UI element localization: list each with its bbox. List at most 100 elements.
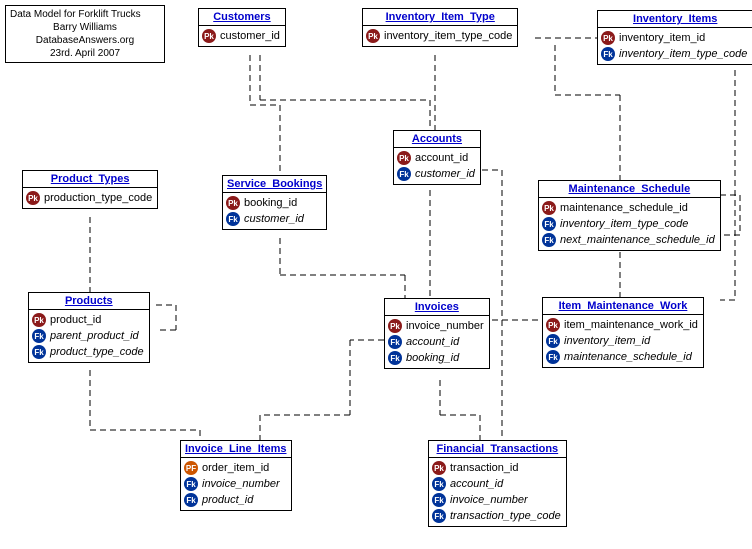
attribute-name: account_id (406, 336, 459, 348)
attribute-name: maintenance_schedule_id (560, 202, 688, 214)
entity-attribute: Fk product_type_code (29, 344, 149, 360)
attribute-name: invoice_number (202, 478, 280, 490)
foreign-key-icon: Fk (32, 345, 46, 359)
entity-title: Service_Bookings (223, 176, 326, 193)
attribute-name: parent_product_id (50, 330, 139, 342)
entity-service-bookings: Service_Bookings Pk booking_id Fk customer_i… (222, 175, 327, 230)
pf-key-icon: PF (184, 461, 198, 475)
attribute-name: product_id (50, 314, 101, 326)
entity-attribute: Fkbooking_id (385, 350, 489, 366)
info-line-1: Data Model for Forklift Trucks (10, 8, 160, 21)
entity-attribute: Fk customer_id (223, 211, 326, 227)
entity-financial-transactions: Financial_Transactions Pk transaction_id Fk… (428, 440, 567, 527)
attribute-name: customer_id (220, 30, 280, 42)
attribute-name: inventory_item_type_code (560, 218, 688, 230)
entity-inventory-items: Inventory_Items Pk inventory_item_id Fkinve… (597, 10, 752, 65)
entity-attribute: Pk account_id (394, 150, 480, 166)
entity-attribute: Fkinventory_item_id (543, 333, 703, 349)
entity-title: Maintenance_Schedule (539, 181, 720, 198)
attribute-name: transaction_id (450, 462, 519, 474)
attribute-name: account_id (450, 478, 503, 490)
entity-attribute: PF order_item_id (181, 460, 291, 476)
entity-attribute: Pk inventory_item_id (598, 30, 752, 46)
entity-maintenance-schedule: Maintenance_Schedule Pk maintenance_schedu… (538, 180, 721, 251)
entity-attribute: Pk maintenance_schedule_id (539, 200, 720, 216)
info-line-2: Barry Williams (10, 21, 160, 34)
primary-key-icon: Pk (601, 31, 615, 45)
entity-attribute: Fk account_id (429, 476, 566, 492)
attribute-name: inventory_item_type_code (619, 48, 747, 60)
entity-item-maintenance-work: Item_Maintenance_WorkPkitem_maintenance_… (542, 297, 704, 368)
entity-attribute: Pk product_id (29, 312, 149, 328)
entity-title: Accounts (394, 131, 480, 148)
attribute-name: booking_id (244, 197, 297, 209)
attribute-name: account_id (415, 152, 468, 164)
attribute-name: next_maintenance_schedule_id (560, 234, 715, 246)
attribute-name: customer_id (244, 213, 304, 225)
attribute-name: product_type_code (50, 346, 144, 358)
foreign-key-icon: Fk (184, 493, 198, 507)
foreign-key-icon: Fk (32, 329, 46, 343)
entity-attribute: Fk invoice_number (429, 492, 566, 508)
entity-attribute: Pk customer_id (199, 28, 285, 44)
foreign-key-icon: Fk (542, 233, 556, 247)
primary-key-icon: Pk (32, 313, 46, 327)
primary-key-icon: Pk (432, 461, 446, 475)
entity-attribute: Fk inventory_item_type_code (539, 216, 720, 232)
relationship-lines (0, 0, 752, 549)
entity-invoices: Invoices Pkinvoice_numberFk account_id Fkbo… (384, 298, 490, 369)
entity-title: Inventory_Item_Type (363, 9, 517, 26)
entity-attribute: Pk production_type_code (23, 190, 157, 206)
entity-title: Product_Types (23, 171, 157, 188)
entity-attribute: Pk transaction_id (429, 460, 566, 476)
entity-attribute: Fk inventory_item_type_code (598, 46, 752, 62)
entity-attribute: Fk product_id (181, 492, 291, 508)
foreign-key-icon: Fk (546, 334, 560, 348)
attribute-name: booking_id (406, 352, 459, 364)
foreign-key-icon: Fk (432, 493, 446, 507)
entity-inventory-item-type: Inventory_Item_TypePkinventory_item_type… (362, 8, 518, 47)
primary-key-icon: Pk (26, 191, 40, 205)
entity-title: Invoice_Line_Items (181, 441, 291, 458)
foreign-key-icon: Fk (542, 217, 556, 231)
primary-key-icon: Pk (546, 318, 560, 332)
attribute-name: invoice_number (406, 320, 484, 332)
attribute-name: inventory_item_id (619, 32, 705, 44)
entity-attribute: Fktransaction_type_code (429, 508, 566, 524)
entity-attribute: Pkinvoice_number (385, 318, 489, 334)
attribute-name: product_id (202, 494, 253, 506)
primary-key-icon: Pk (542, 201, 556, 215)
primary-key-icon: Pk (202, 29, 216, 43)
attribute-name: production_type_code (44, 192, 152, 204)
foreign-key-icon: Fk (432, 477, 446, 491)
entity-attribute: Fk next_maintenance_schedule_id (539, 232, 720, 248)
entity-title: Inventory_Items (598, 11, 752, 28)
entity-accounts: Accounts Pk account_id Fkcustomer_id (393, 130, 481, 185)
entity-customers: Customers Pk customer_id (198, 8, 286, 47)
entity-invoice-line-items: Invoice_Line_Items PF order_item_id Fkinvoi… (180, 440, 292, 511)
attribute-name: customer_id (415, 168, 475, 180)
primary-key-icon: Pk (397, 151, 411, 165)
title-box: Data Model for Forklift Trucks Barry Wil… (5, 5, 165, 63)
attribute-name: inventory_item_type_code (384, 30, 512, 42)
foreign-key-icon: Fk (601, 47, 615, 61)
foreign-key-icon: Fk (546, 350, 560, 364)
entity-attribute: Fkcustomer_id (394, 166, 480, 182)
entity-title: Invoices (385, 299, 489, 316)
entity-title: Products (29, 293, 149, 310)
foreign-key-icon: Fk (388, 335, 402, 349)
entity-title: Customers (199, 9, 285, 26)
entity-products: ProductsPkproduct_idFkparent_product_idF… (28, 292, 150, 363)
attribute-name: order_item_id (202, 462, 269, 474)
primary-key-icon: Pk (226, 196, 240, 210)
attribute-name: invoice_number (450, 494, 528, 506)
entity-attribute: Fk account_id (385, 334, 489, 350)
entity-title: Financial_Transactions (429, 441, 566, 458)
entity-attribute: Fk parent_product_id (29, 328, 149, 344)
entity-attribute: Pk booking_id (223, 195, 326, 211)
foreign-key-icon: Fk (184, 477, 198, 491)
foreign-key-icon: Fk (432, 509, 446, 523)
entity-product-types: Product_Types Pk production_type_code (22, 170, 158, 209)
foreign-key-icon: Fk (226, 212, 240, 226)
entity-title: Item_Maintenance_Work (543, 298, 703, 315)
